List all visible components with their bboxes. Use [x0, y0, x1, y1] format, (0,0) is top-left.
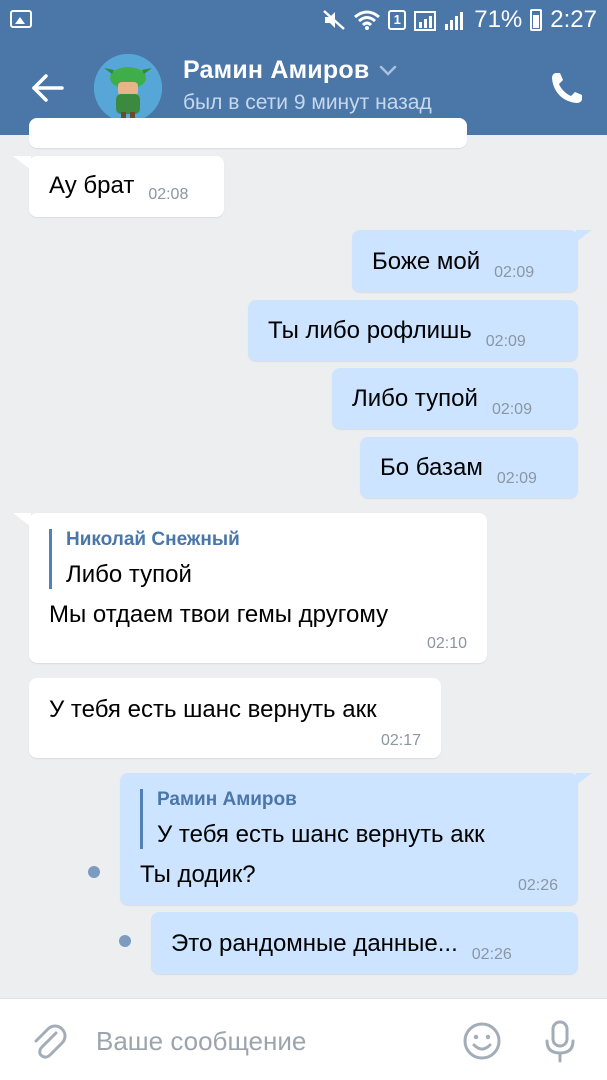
message-bubble-out[interactable]: Ты либо рофлишь 02:09	[248, 300, 578, 361]
avatar[interactable]	[94, 54, 162, 122]
message-text: Боже мой	[372, 248, 481, 275]
reply-quote[interactable]: Николай Снежный Либо тупой	[49, 529, 240, 589]
microphone-icon[interactable]	[540, 1019, 580, 1063]
message-text: Мы отдаем твои гемы другому	[49, 601, 389, 628]
last-seen-status: был в сети 9 минут назад	[183, 91, 432, 114]
back-arrow-icon[interactable]	[28, 68, 68, 108]
reply-quote[interactable]: Рамин Амиров У тебя есть шанс вернуть ак…	[140, 789, 485, 849]
message-text: Ты либо рофлишь	[268, 317, 472, 344]
message-time: 02:09	[496, 470, 537, 487]
battery-percent: 71%	[474, 6, 523, 33]
message-composer	[0, 998, 607, 1080]
emoji-icon[interactable]	[462, 1021, 502, 1061]
paperclip-icon[interactable]	[28, 1021, 68, 1061]
message-bubble-out[interactable]: Либо тупой 02:09	[332, 368, 578, 429]
message-text: Ау брат	[49, 172, 135, 199]
status-bar: 1 71% 2:27	[0, 0, 607, 42]
message-time: 02:17	[380, 732, 421, 749]
phone-icon[interactable]	[549, 70, 583, 106]
mute-icon	[323, 10, 346, 30]
message-text: Либо тупой	[352, 385, 478, 412]
message-time: 02:26	[517, 877, 558, 894]
quote-text: Либо тупой	[66, 561, 192, 588]
message-bubble-in[interactable]: У тебя есть шанс вернуть акк 02:17	[29, 678, 441, 758]
message-text: У тебя есть шанс вернуть акк	[49, 696, 377, 723]
avatar-character-image	[94, 54, 162, 122]
signal-icon-2	[445, 12, 464, 30]
sim-badge: 1	[388, 10, 407, 30]
message-bubble-out[interactable]: Бо базам 02:09	[360, 437, 578, 498]
message-bubble-out[interactable]: Боже мой 02:09	[352, 230, 592, 292]
chevron-down-icon	[380, 65, 397, 76]
message-bubble-in[interactable]: Ау брат 02:08	[13, 156, 224, 217]
signal-icon-1	[414, 11, 437, 31]
message-input[interactable]	[96, 1019, 436, 1063]
message-time: 02:26	[471, 946, 512, 963]
message-partial	[29, 118, 467, 148]
message-time: 02:08	[148, 186, 189, 203]
quote-author: Рамин Амиров	[157, 789, 297, 810]
message-text: Бо базам	[380, 454, 483, 481]
wifi-icon	[354, 10, 381, 30]
unread-indicator	[88, 866, 100, 878]
message-time: 02:09	[485, 333, 526, 350]
message-time: 02:09	[491, 401, 532, 418]
quote-text: У тебя есть шанс вернуть акк	[157, 821, 485, 848]
message-time: 02:09	[494, 264, 535, 281]
clock: 2:27	[550, 6, 597, 33]
chat-title-block[interactable]: Рамин Амиров был в сети 9 минут назад	[183, 56, 432, 115]
gallery-notification-icon	[10, 10, 32, 28]
status-icons: 1 71% 2:27	[322, 6, 597, 34]
quote-author: Николай Снежный	[66, 529, 240, 550]
message-text: Это рандомные данные...	[171, 930, 458, 957]
message-bubble-out[interactable]: Это рандомные данные... 02:26	[151, 912, 578, 974]
unread-indicator	[119, 935, 131, 947]
message-bubble-out-reply[interactable]: Рамин Амиров У тебя есть шанс вернуть ак…	[120, 773, 592, 905]
battery-icon	[530, 9, 543, 31]
message-text: Ты додик?	[140, 861, 256, 888]
contact-name: Рамин Амиров	[183, 56, 370, 84]
message-bubble-in-reply[interactable]: Николай Снежный Либо тупой Мы отдаем тво…	[13, 513, 487, 663]
message-time: 02:10	[426, 635, 467, 652]
